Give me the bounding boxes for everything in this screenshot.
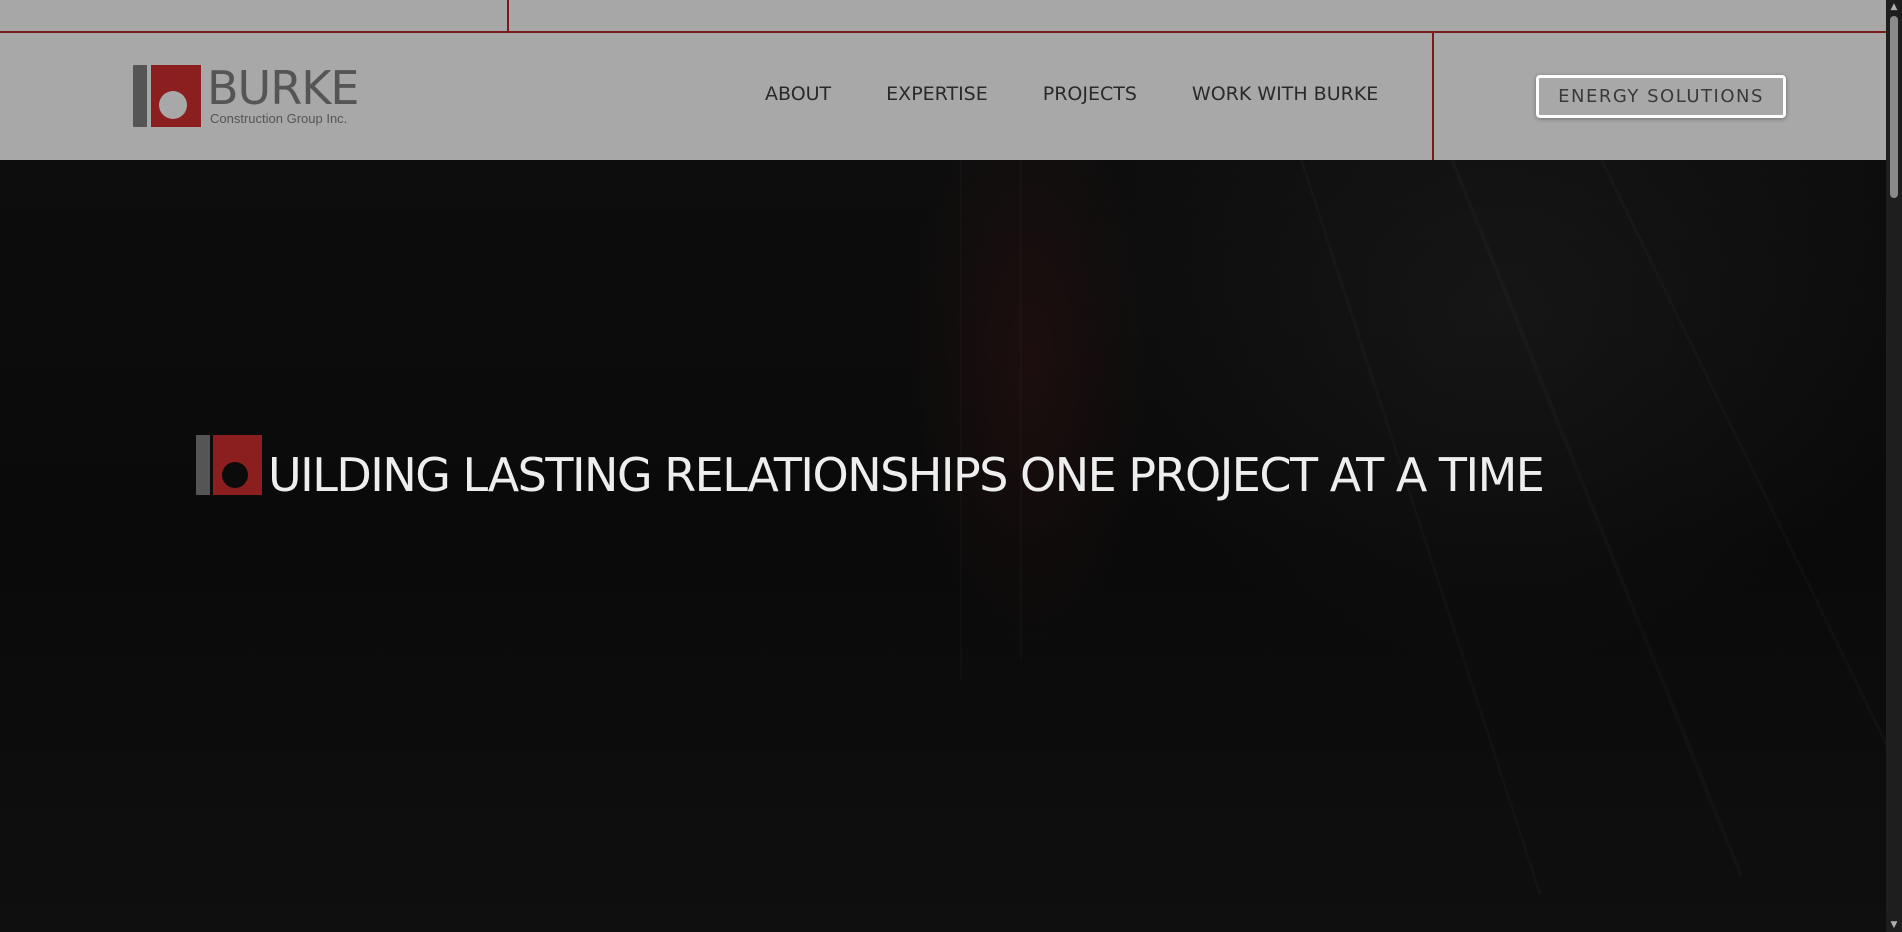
energy-solutions-button[interactable]: ENERGY SOLUTIONS bbox=[1536, 75, 1786, 118]
top-utility-strip bbox=[0, 0, 1886, 33]
home-logo-link[interactable]: BURKE Construction Group Inc. bbox=[133, 61, 363, 129]
background-streak bbox=[1300, 160, 1541, 895]
nav-item-about[interactable]: ABOUT bbox=[765, 83, 831, 105]
nav-item-expertise[interactable]: EXPERTISE bbox=[886, 83, 988, 105]
hero-section: UILDING LASTING RELATIONSHIPS ONE PROJEC… bbox=[0, 160, 1886, 932]
background-streak bbox=[960, 160, 962, 680]
nav-item-work-with-burke[interactable]: WORK WITH BURKE bbox=[1192, 83, 1378, 105]
divider-line bbox=[507, 0, 509, 33]
divider-line bbox=[1432, 33, 1434, 160]
main-nav: ABOUT EXPERTISE PROJECTS WORK WITH BURKE bbox=[765, 83, 1378, 105]
nav-item-projects[interactable]: PROJECTS bbox=[1043, 83, 1137, 105]
scroll-up-arrow-icon[interactable]: ▲ bbox=[1886, 0, 1902, 14]
background-streak bbox=[1020, 160, 1022, 660]
logo-wordmark: BURKE bbox=[207, 61, 359, 115]
background-streak bbox=[1600, 160, 1886, 855]
page: BURKE Construction Group Inc. ABOUT EXPE… bbox=[0, 0, 1902, 932]
burke-logo-mark-icon bbox=[196, 435, 262, 495]
hero-heading: UILDING LASTING RELATIONSHIPS ONE PROJEC… bbox=[196, 425, 1545, 501]
background-streak bbox=[1450, 160, 1743, 877]
scrollbar-thumb[interactable] bbox=[1890, 16, 1898, 198]
site-header: BURKE Construction Group Inc. ABOUT EXPE… bbox=[0, 33, 1886, 160]
hero-heading-text: UILDING LASTING RELATIONSHIPS ONE PROJEC… bbox=[268, 448, 1545, 502]
burke-logo-mark-icon bbox=[133, 65, 201, 127]
page-scrollbar[interactable]: ▲ ▼ bbox=[1886, 0, 1902, 932]
scroll-down-arrow-icon[interactable]: ▼ bbox=[1886, 918, 1902, 932]
logo-subtitle: Construction Group Inc. bbox=[210, 111, 348, 126]
